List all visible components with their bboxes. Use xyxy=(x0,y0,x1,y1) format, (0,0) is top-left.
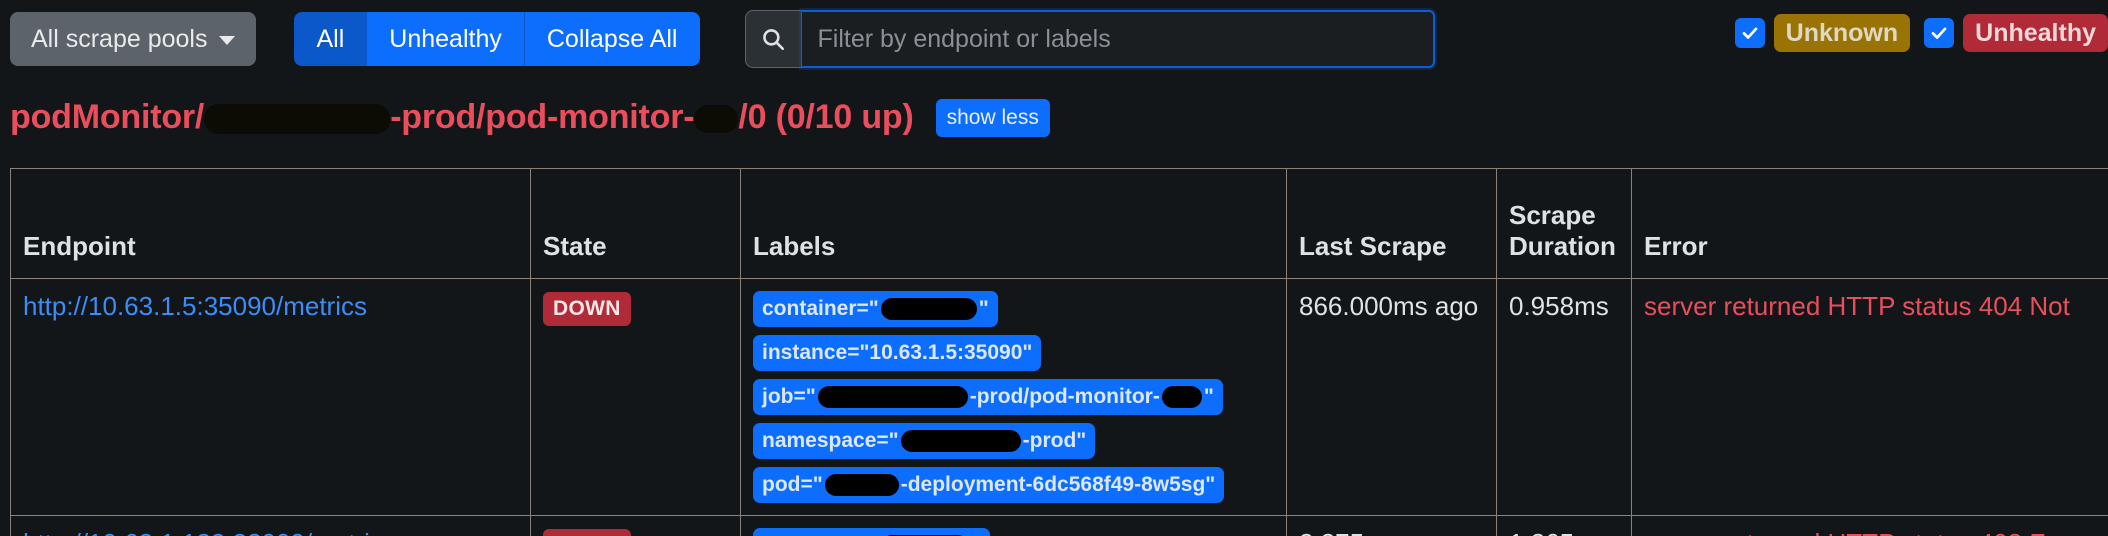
label-chip-text: job=" xyxy=(762,385,816,408)
cell-last-scrape: 866.000ms ago xyxy=(1286,278,1497,516)
search-group xyxy=(744,10,1435,68)
cell-state: DOWN xyxy=(530,515,741,536)
column-header-error: Error xyxy=(1631,168,2108,279)
cell-endpoint: http://10.63.1.5:35090/metrics xyxy=(10,278,531,516)
label-chip-text: -prod" xyxy=(1022,429,1087,452)
cell-scrape-duration: 0.958ms xyxy=(1496,278,1632,516)
unhealthy-checkbox[interactable] xyxy=(1924,18,1955,48)
status-badge: DOWN xyxy=(543,292,631,326)
page-title-prefix: podMonitor/ xyxy=(10,98,205,136)
status-badge-unhealthy[interactable]: Unhealthy xyxy=(1963,14,2108,52)
cell-endpoint: http://10.63.1.133:32009/metrics xyxy=(10,515,531,536)
label-chip-text: " xyxy=(1203,385,1214,408)
endpoint-link[interactable]: http://10.63.1.5:35090/metrics xyxy=(23,291,367,321)
label-chip-text: pod=" xyxy=(762,473,823,496)
label-chip-container[interactable]: container="" xyxy=(753,528,990,536)
label-chip-pod[interactable]: pod=" -deployment-6dc568f49-8w5sg" xyxy=(753,467,1225,503)
toolbar: All scrape pools All Unhealthy Collapse … xyxy=(0,0,2108,78)
collapse-all-button[interactable]: Collapse All xyxy=(523,12,700,66)
prometheus-targets-page: All scrape pools All Unhealthy Collapse … xyxy=(0,0,2108,536)
search-input[interactable] xyxy=(800,10,1435,68)
cell-last-scrape: 2.275s ago xyxy=(1286,515,1497,536)
scrape-pools-dropdown[interactable]: All scrape pools xyxy=(10,12,257,66)
search-icon[interactable] xyxy=(744,10,801,68)
column-header-state: State xyxy=(530,168,741,279)
column-header-labels: Labels xyxy=(740,168,1287,279)
targets-table: Endpoint State Labels Last Scrape Scrape… xyxy=(10,168,2108,536)
scrape-pools-label: All scrape pools xyxy=(31,24,208,53)
error-text: server returned HTTP status 403 For xyxy=(1644,528,2068,536)
label-chip-container[interactable]: container=" " xyxy=(753,291,998,327)
label-chip-text: container=" xyxy=(762,297,879,320)
health-filter-group: All Unhealthy Collapse All xyxy=(294,12,700,66)
label-chip-namespace[interactable]: namespace=" -prod" xyxy=(753,423,1096,459)
table-row: http://10.63.1.5:35090/metrics DOWN cont… xyxy=(10,278,2108,516)
cell-labels: container=" " instance="10.63.1.5:35090" … xyxy=(740,278,1287,516)
column-header-endpoint: Endpoint xyxy=(10,168,531,279)
endpoint-link[interactable]: http://10.63.1.133:32009/metrics xyxy=(23,528,396,536)
cell-error: server returned HTTP status 404 Not xyxy=(1631,278,2108,516)
redacted-text-block xyxy=(1161,386,1202,408)
redacted-text-block xyxy=(694,105,739,134)
targets-table-wrapper: Endpoint State Labels Last Scrape Scrape… xyxy=(10,168,2108,536)
unknown-checkbox[interactable] xyxy=(1734,18,1765,48)
scrape-pool-header: podMonitor/ -prod/pod-monitor- /0 (0/10 up… xyxy=(10,98,1050,137)
label-chip-instance[interactable]: instance="10.63.1.5:35090" xyxy=(753,335,1042,371)
status-filter-group: Unknown Unhealthy xyxy=(1721,14,2108,52)
chevron-down-icon xyxy=(219,36,236,45)
cell-labels: container="" instance="10.63.1.133:32009… xyxy=(740,515,1287,536)
cell-scrape-duration: 1.265ms xyxy=(1496,515,1632,536)
label-chip-text: " xyxy=(978,297,989,320)
error-text: server returned HTTP status 404 Not xyxy=(1644,291,2070,321)
show-less-button[interactable]: show less xyxy=(935,98,1050,137)
column-header-last-scrape: Last Scrape xyxy=(1286,168,1497,279)
cell-error: server returned HTTP status 403 For xyxy=(1631,515,2108,536)
redacted-text-block xyxy=(824,474,899,496)
redacted-text-block xyxy=(880,298,977,320)
label-chip-text: -deployment-6dc568f49-8w5sg" xyxy=(900,473,1216,496)
status-badge: DOWN xyxy=(543,529,631,536)
redacted-text-block xyxy=(900,430,1021,452)
label-chip-text: -prod/pod-monitor- xyxy=(969,385,1160,408)
filter-unhealthy-button[interactable]: Unhealthy xyxy=(366,12,524,66)
page-title: podMonitor/ -prod/pod-monitor- /0 (0/10 up… xyxy=(10,98,914,137)
page-title-mid: -prod/pod-monitor- xyxy=(390,98,695,136)
table-header-row: Endpoint State Labels Last Scrape Scrape… xyxy=(10,168,2108,279)
label-chip-job[interactable]: job=" -prod/pod-monitor- " xyxy=(753,379,1223,415)
cell-state: DOWN xyxy=(530,278,741,516)
label-chip-text: namespace=" xyxy=(762,429,899,452)
column-header-scrape-duration: Scrape Duration xyxy=(1496,168,1632,279)
redacted-text-block xyxy=(817,386,968,408)
table-row: http://10.63.1.133:32009/metrics DOWN co… xyxy=(10,515,2108,536)
filter-all-button[interactable]: All xyxy=(294,12,367,66)
redacted-text-block xyxy=(204,104,391,135)
status-badge-unknown[interactable]: Unknown xyxy=(1773,14,1911,52)
page-title-suffix: /0 (0/10 up) xyxy=(738,98,914,136)
